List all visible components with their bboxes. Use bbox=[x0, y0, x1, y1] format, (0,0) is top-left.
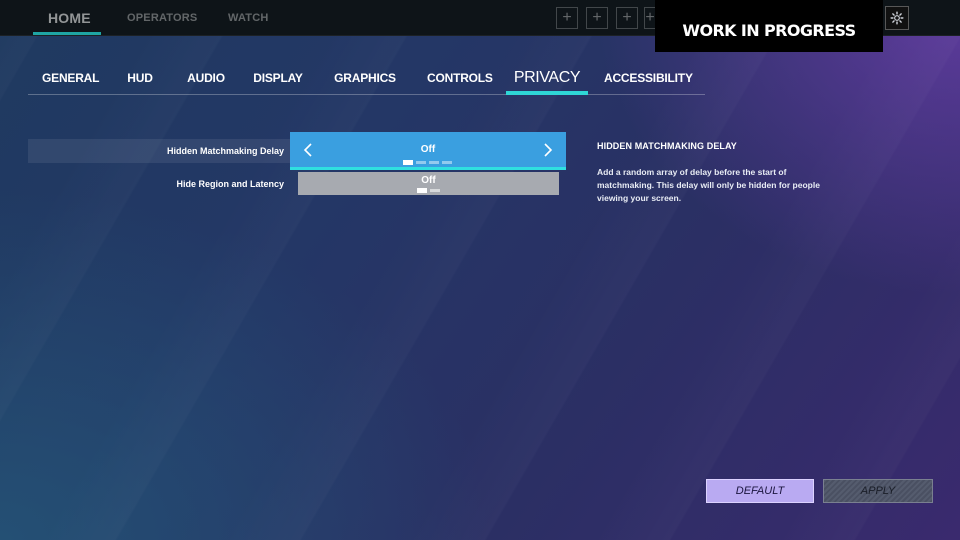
default-button[interactable]: DEFAULT bbox=[706, 479, 814, 503]
hide-region-latency-selector[interactable]: Off bbox=[298, 172, 559, 195]
description-body: Add a random array of delay before the s… bbox=[597, 167, 820, 203]
hidden-matchmaking-delay-selector[interactable]: Off bbox=[290, 132, 566, 170]
add-slot-button[interactable]: + bbox=[616, 7, 638, 29]
description-title: HIDDEN MATCHMAKING DELAY bbox=[597, 141, 737, 151]
option-dot bbox=[417, 188, 427, 193]
hidden-matchmaking-delay-label: Hidden Matchmaking Delay bbox=[166, 146, 284, 156]
tab-graphics[interactable]: GRAPHICS bbox=[334, 62, 396, 94]
option-dot bbox=[416, 161, 426, 164]
top-nav-home[interactable]: HOME bbox=[33, 0, 101, 36]
tab-display[interactable]: DISPLAY bbox=[252, 62, 304, 94]
option-dot bbox=[442, 161, 452, 164]
top-nav-operators[interactable]: OPERATORS bbox=[127, 0, 197, 36]
tab-audio[interactable]: AUDIO bbox=[182, 62, 230, 94]
tab-accessibility[interactable]: ACCESSIBILITY bbox=[604, 62, 693, 94]
add-slot-button[interactable]: + bbox=[586, 7, 608, 29]
option-dot bbox=[403, 160, 413, 165]
hide-region-latency-label: Hide Region and Latency bbox=[176, 179, 284, 189]
tab-privacy[interactable]: PRIVACY bbox=[506, 62, 588, 95]
add-slot-button[interactable]: + bbox=[556, 7, 578, 29]
selector-value: Off bbox=[420, 144, 436, 155]
apply-button[interactable]: APPLY bbox=[823, 479, 933, 503]
top-nav-watch[interactable]: WATCH bbox=[228, 0, 269, 36]
settings-tabs: GENERAL HUD AUDIO DISPLAY GRAPHICS CONTR… bbox=[28, 62, 705, 95]
tab-general[interactable]: GENERAL bbox=[42, 62, 99, 94]
settings-button[interactable] bbox=[885, 6, 909, 30]
chevron-right-icon[interactable] bbox=[540, 141, 556, 159]
selector-value: Off bbox=[421, 175, 436, 186]
tab-controls[interactable]: CONTROLS bbox=[427, 62, 493, 94]
option-dot bbox=[430, 189, 440, 192]
work-in-progress-banner: WORK IN PROGRESS bbox=[655, 0, 883, 52]
gear-icon bbox=[890, 11, 904, 25]
tab-hud[interactable]: HUD bbox=[120, 62, 160, 94]
option-dot bbox=[429, 161, 439, 164]
